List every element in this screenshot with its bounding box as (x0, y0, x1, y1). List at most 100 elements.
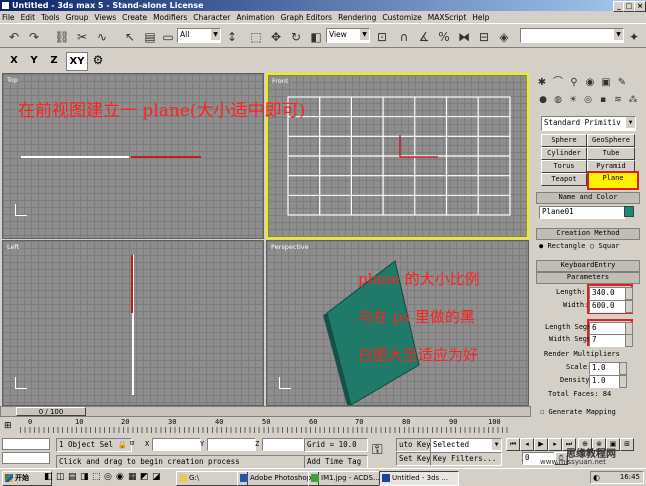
task-photoshop[interactable]: Adobe Photoshop (237, 471, 319, 486)
menu-modifiers[interactable]: Modifiers (153, 13, 187, 22)
menu-help[interactable]: Help (472, 13, 489, 22)
lock-icon[interactable]: 🔒 (118, 440, 127, 449)
percent-snap-icon[interactable]: % (434, 27, 454, 47)
cylinder-button[interactable]: Cylinder (541, 147, 587, 160)
object-color-swatch[interactable] (624, 206, 634, 217)
mini-curve-icon[interactable]: ⊞ (4, 421, 12, 431)
display-tab-icon[interactable]: ▣ (598, 75, 614, 91)
sphere-button[interactable]: Sphere (541, 134, 587, 147)
density-spinner[interactable] (619, 375, 627, 388)
select-move-icon[interactable]: ↕ (222, 27, 242, 47)
time-slider-thumb[interactable]: 0 / 100 (16, 407, 86, 416)
quicklaunch-icon[interactable]: ▤ (68, 472, 77, 482)
axis-z-button[interactable]: Z (44, 52, 64, 69)
viewport-front[interactable]: Front (266, 73, 529, 239)
undo-icon[interactable]: ↶ (4, 27, 24, 47)
quicklaunch-icon[interactable]: ◎ (104, 472, 112, 482)
unlink-icon[interactable]: ✂ (72, 27, 92, 47)
key-selection-dropdown[interactable]: Selected ▼ (430, 438, 502, 453)
render-icon[interactable]: ✦ (624, 27, 644, 47)
angle-snap-icon[interactable]: ∡ (414, 27, 434, 47)
object-name-input[interactable]: Plane01 (539, 206, 625, 219)
torus-button[interactable]: Torus (541, 160, 587, 173)
quicklaunch-icon[interactable]: ◫ (56, 472, 65, 482)
quicklaunch-icon[interactable]: ◧ (44, 472, 53, 482)
add-time-tag-button[interactable]: Add Time Tag (304, 455, 368, 469)
mirror-icon[interactable]: ⧓ (454, 27, 474, 47)
x-coord-input[interactable] (152, 438, 201, 451)
set-key-button[interactable]: Set Key (396, 452, 432, 466)
select-object-icon[interactable]: ⬚ (246, 27, 266, 47)
quicklaunch-icon[interactable]: ◨ (80, 472, 89, 482)
menu-character[interactable]: Character (193, 13, 230, 22)
snap-icon[interactable]: ∩ (394, 27, 414, 47)
selection-filter-dropdown[interactable]: All ▼ (177, 28, 221, 43)
quicklaunch-icon[interactable]: ◩ (140, 472, 149, 482)
select-icon[interactable]: ↖ (120, 27, 140, 47)
axis-x-button[interactable]: X (4, 52, 24, 69)
time-slider[interactable]: 0 / 100 (0, 406, 531, 417)
zoom-extents-all-icon[interactable]: ⊞ (620, 438, 634, 451)
create-tab-icon[interactable]: ✱ (534, 75, 550, 91)
keyboard-entry-rollout[interactable]: KeyboardEntry (536, 260, 640, 272)
ref-coord-dropdown[interactable]: View ▼ (326, 28, 370, 43)
task-3dsmax[interactable]: Untitled - 3ds ... (379, 471, 459, 486)
geometry-icon[interactable]: ● (536, 93, 550, 107)
motion-tab-icon[interactable]: ◉ (582, 75, 598, 91)
scale-icon[interactable]: ◧ (306, 27, 326, 47)
axis-y-button[interactable]: Y (24, 52, 44, 69)
quicklaunch-icon[interactable]: ◉ (116, 472, 124, 482)
creation-rect-radio[interactable]: ● Rectangle (539, 242, 585, 250)
prev-frame-icon[interactable]: ◂ (520, 438, 534, 451)
length-input[interactable]: 340.0 (589, 287, 629, 300)
z-coord-input[interactable] (262, 438, 304, 451)
menu-customize[interactable]: Customize (382, 13, 421, 22)
quicklaunch-icon[interactable]: ◪ (152, 472, 161, 482)
menu-edit[interactable]: Edit (21, 13, 36, 22)
creation-square-radio[interactable]: ○ Squar (590, 242, 620, 250)
redo-icon[interactable]: ↷ (24, 27, 44, 47)
maxscript-listener-bottom[interactable] (2, 452, 50, 464)
absolute-mode-icon[interactable]: ⊡ (130, 439, 134, 447)
menu-group[interactable]: Group (66, 13, 89, 22)
quicklaunch-icon[interactable]: ▦ (128, 472, 137, 482)
key-icon[interactable]: ⚿ (372, 442, 383, 458)
menu-tools[interactable]: Tools (41, 13, 59, 22)
hierarchy-tab-icon[interactable]: ⚲ (566, 75, 582, 91)
scale-input[interactable]: 1.0 (589, 362, 623, 375)
y-coord-input[interactable] (207, 438, 256, 451)
length-spinner[interactable] (625, 287, 633, 300)
width-input[interactable]: 600.0 (589, 300, 629, 313)
play-icon[interactable]: ▶ (534, 438, 548, 451)
region-select-icon[interactable]: ▭ (158, 27, 178, 47)
utilities-tab-icon[interactable]: ✎ (614, 75, 630, 91)
menu-create[interactable]: Create (122, 13, 147, 22)
systems-icon[interactable]: ⁂ (626, 93, 640, 107)
gear-icon[interactable]: ⚙ (88, 52, 108, 69)
tube-button[interactable]: Tube (587, 147, 635, 160)
menu-rendering[interactable]: Rendering (338, 13, 376, 22)
teapot-button[interactable]: Teapot (541, 173, 587, 186)
category-dropdown[interactable]: Standard Primitiv ▼ (541, 116, 636, 131)
bind-space-warp-icon[interactable]: ∿ (92, 27, 112, 47)
next-frame-icon[interactable]: ▸ (548, 438, 562, 451)
cameras-icon[interactable]: ◎ (581, 93, 595, 107)
align-icon[interactable]: ⊟ (474, 27, 494, 47)
plane-button[interactable]: Plane (587, 171, 639, 190)
creation-method-rollout[interactable]: Creation Method (536, 228, 640, 240)
auto-key-button[interactable]: uto Key (396, 438, 432, 452)
modify-tab-icon[interactable]: ⌒ (550, 75, 566, 91)
named-selection-dropdown[interactable]: ▼ (520, 28, 624, 43)
width-spinner[interactable] (625, 300, 633, 313)
goto-start-icon[interactable]: ⏮ (506, 438, 520, 451)
width-segs-spinner[interactable] (625, 334, 633, 347)
link-icon[interactable]: ⛓ (52, 27, 72, 47)
select-by-name-icon[interactable]: ▤ (140, 27, 160, 47)
generate-mapping-checkbox[interactable]: ☐ Generate Mapping (540, 408, 616, 416)
menu-graph-editors[interactable]: Graph Editors (281, 13, 333, 22)
pivot-center-icon[interactable]: ⊡ (372, 27, 392, 47)
menu-file[interactable]: File (2, 13, 15, 22)
lights-icon[interactable]: ☀ (566, 93, 580, 107)
width-segs-input[interactable]: 7 (589, 334, 629, 347)
scale-spinner[interactable] (619, 362, 627, 375)
